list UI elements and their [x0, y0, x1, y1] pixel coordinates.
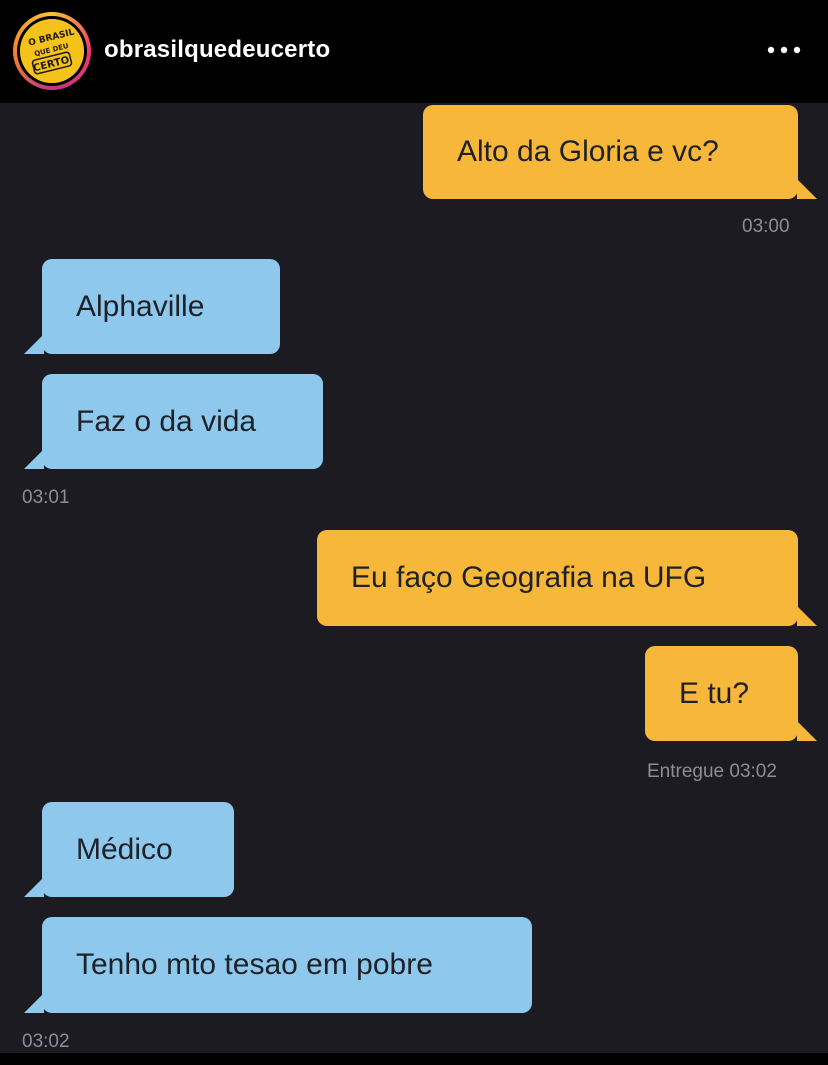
- message-bubble-incoming: Médico: [42, 802, 234, 897]
- username[interactable]: obrasilquedeucerto: [104, 36, 330, 64]
- bubble-tail: [24, 449, 44, 469]
- message-text: Faz o da vida: [76, 404, 257, 438]
- message-text: Tenho mto tesao em pobre: [76, 948, 433, 981]
- avatar[interactable]: O BRASIL QUE DEU CERTO: [13, 12, 91, 90]
- message-bubble-incoming: Alphaville: [42, 259, 280, 354]
- timestamp: 03:02: [22, 1031, 70, 1052]
- timestamp: 03:00: [742, 216, 790, 237]
- bottom-edge: [0, 1053, 828, 1065]
- bubble-tail: [24, 993, 44, 1013]
- message-bubble-outgoing: E tu?: [645, 646, 798, 741]
- brand-logo-graphic: O BRASIL QUE DEU CERTO: [20, 19, 84, 83]
- brand-logo: O BRASIL QUE DEU CERTO: [20, 19, 84, 83]
- bubble-tail: [797, 179, 817, 199]
- bubble-tail: [24, 877, 44, 897]
- message-text: Alphaville: [76, 289, 205, 323]
- post-header: O BRASIL QUE DEU CERTO obrasilquedeucert…: [0, 0, 828, 103]
- message-text: E tu?: [679, 676, 750, 710]
- message-text: Eu faço Geografia na UFG: [351, 561, 707, 594]
- message-text: Médico: [76, 832, 173, 866]
- message-text: Alto da Gloria e vc?: [457, 135, 719, 168]
- bubble-tail: [797, 721, 817, 741]
- message-bubble-outgoing: Eu faço Geografia na UFG: [317, 530, 798, 626]
- more-horizontal-icon[interactable]: [762, 38, 806, 62]
- bubble-tail: [24, 334, 44, 354]
- message-bubble-incoming: Tenho mto tesao em pobre: [42, 917, 532, 1013]
- message-bubble-outgoing: Alto da Gloria e vc?: [423, 105, 798, 199]
- bubble-tail: [797, 606, 817, 626]
- delivery-status: Entregue 03:02: [647, 761, 777, 782]
- timestamp: 03:01: [22, 487, 70, 508]
- chat-screenshot: Alto da Gloria e vc? 03:00 Alphaville Fa…: [0, 103, 828, 1053]
- message-bubble-incoming: Faz o da vida: [42, 374, 323, 469]
